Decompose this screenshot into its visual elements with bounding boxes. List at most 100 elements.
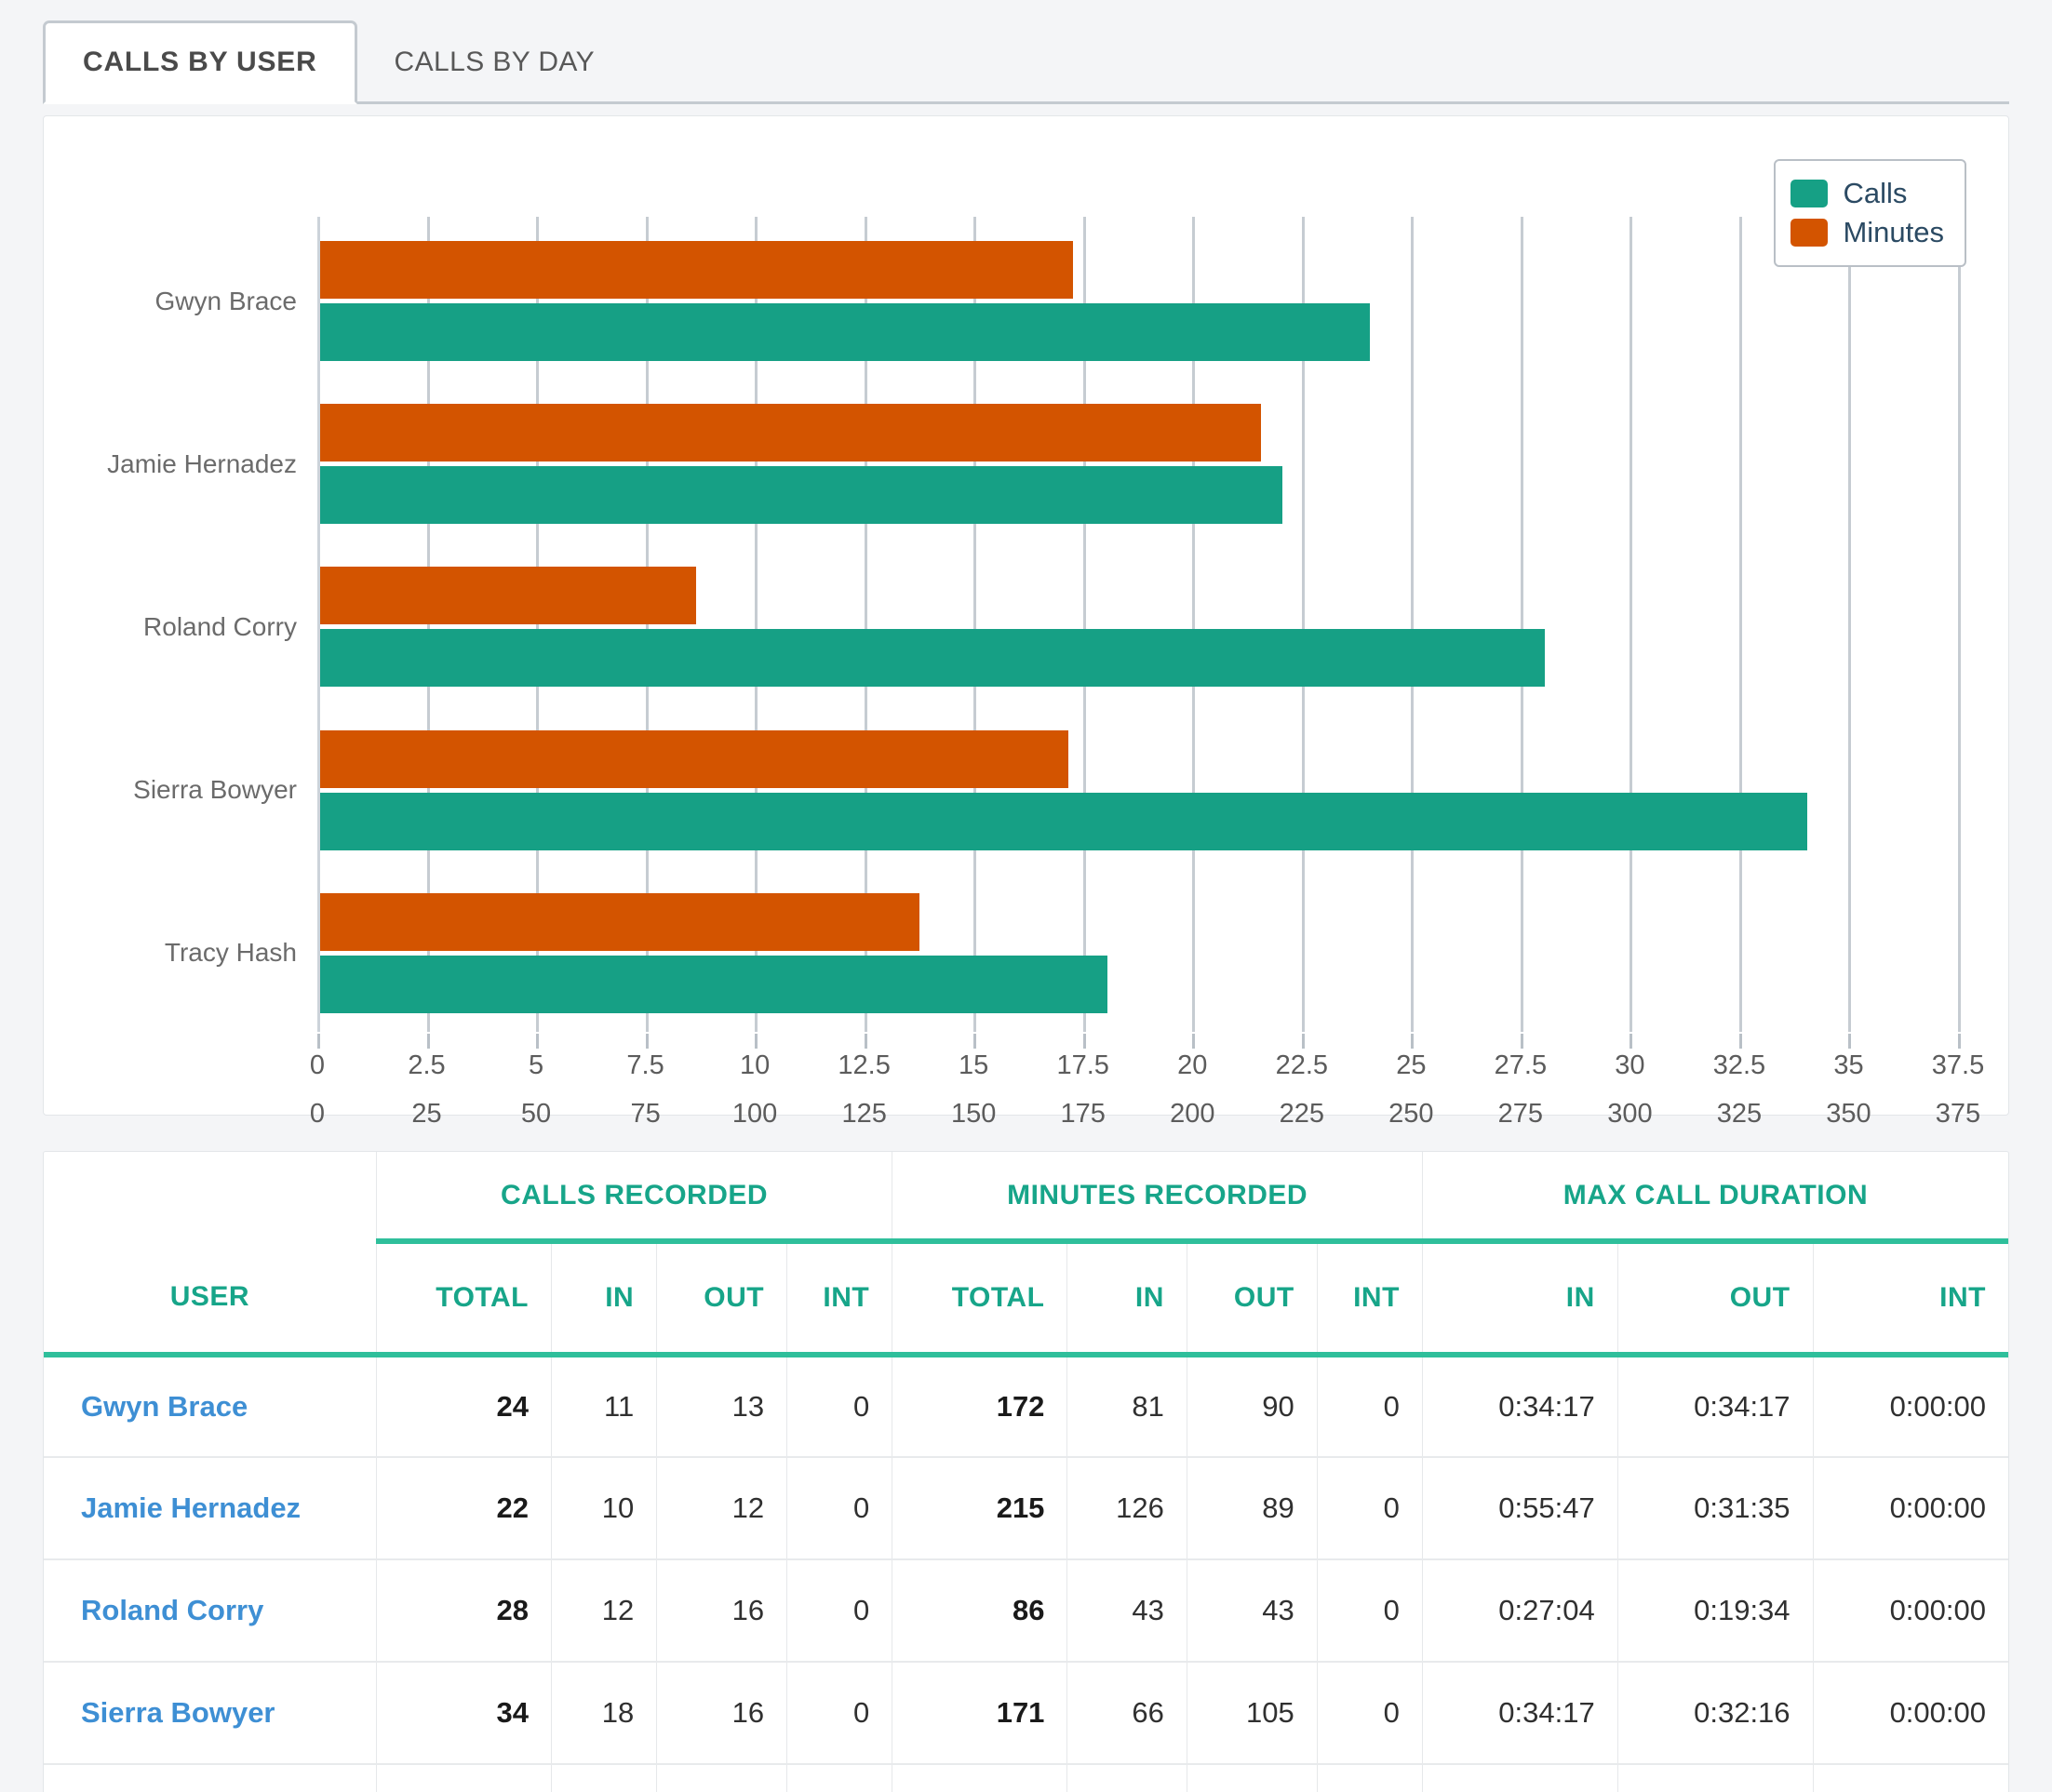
- x-tick-label-minutes: 0: [309, 1099, 326, 1129]
- table-row: Tracy Hash1871101372111600:08:180:55:470…: [44, 1764, 2008, 1792]
- tab-calls-by-user-label: CALLS BY USER: [83, 47, 317, 77]
- cell-maxdur-out: 0:55:47: [1616, 1764, 1814, 1792]
- bar-calls[interactable]: [320, 303, 1371, 361]
- chart-legend[interactable]: Calls Minutes: [1774, 159, 1966, 267]
- table-row: Gwyn Brace 24 11 13 0 172 81 90 0 0:34:17 0:34:17 0…: [44, 1355, 2008, 1458]
- x-tick-label-minutes: 350: [1826, 1099, 1871, 1129]
- table-group-header-row: CALLS RECORDED MINUTES RECORDED MAX CALL…: [44, 1152, 2008, 1244]
- user-link[interactable]: Tracy Hash: [44, 1764, 377, 1792]
- cell-minutes-in: 81: [1066, 1355, 1187, 1458]
- group-header-minutes-recorded: MINUTES RECORDED: [892, 1152, 1423, 1244]
- user-link[interactable]: Sierra Bowyer: [44, 1662, 377, 1765]
- x-tick-label-minutes: 325: [1716, 1099, 1763, 1129]
- cell-maxdur-int: 0:00:00: [1812, 1662, 2008, 1765]
- calls-summary-table: CALLS RECORDED MINUTES RECORDED MAX CALL…: [44, 1152, 2008, 1792]
- cell-calls-in: 10: [551, 1457, 658, 1560]
- x-tick-label-calls: 32.5: [1712, 1050, 1766, 1080]
- column-header-maxdur-in[interactable]: IN: [1421, 1241, 1618, 1357]
- table-row: Jamie Hernadez 22 10 12 0 215 126 89 0 0:55:47 0:3…: [44, 1457, 2008, 1560]
- x-tick-label-minutes: 375: [1935, 1099, 1981, 1129]
- cell-calls-in: 18: [551, 1662, 658, 1765]
- bar-calls[interactable]: [320, 629, 1546, 688]
- bar-calls[interactable]: [320, 466, 1283, 525]
- bar-minutes[interactable]: [320, 241, 1073, 299]
- table-row: Roland Corry 28 12 16 0 86 43 43 0 0:27:04 0:19:34…: [44, 1559, 2008, 1663]
- cell-minutes-total: 171: [892, 1662, 1068, 1765]
- legend-label-calls: Calls: [1843, 177, 1908, 209]
- cell-minutes-out: 116: [1186, 1764, 1318, 1792]
- user-link[interactable]: Gwyn Brace: [44, 1355, 377, 1458]
- cell-maxdur-in: 0:34:17: [1421, 1355, 1618, 1458]
- cell-maxdur-int: 0:00:00: [1812, 1764, 2008, 1792]
- cell-maxdur-in: 0:55:47: [1421, 1457, 1618, 1560]
- x-tick-label-calls: 10: [739, 1050, 771, 1080]
- cell-calls-total: 34: [375, 1662, 553, 1765]
- column-header-maxdur-out[interactable]: OUT: [1616, 1241, 1814, 1357]
- cell-minutes-int: 0: [1316, 1355, 1423, 1458]
- table-body: Gwyn Brace 24 11 13 0 172 81 90 0 0:34:17 0:34:17 0…: [44, 1355, 2008, 1792]
- cell-calls-int: 0: [786, 1457, 893, 1560]
- cell-maxdur-in: 0:08:18: [1421, 1764, 1618, 1792]
- cell-calls-int: 0: [786, 1355, 893, 1458]
- legend-swatch-calls-icon: [1790, 180, 1829, 207]
- x-tick-label-minutes: 150: [950, 1099, 997, 1129]
- cell-calls-out: 16: [656, 1662, 788, 1765]
- cell-minutes-in: 66: [1066, 1662, 1187, 1765]
- chart-card: Gwyn Brace Jamie Hernadez Roland Corry Sier…: [43, 115, 2009, 1129]
- column-header-minutes-int[interactable]: INT: [1316, 1241, 1423, 1357]
- x-tick-label-calls: 37.5: [1931, 1050, 1985, 1080]
- x-tick-label-calls: 17.5: [1056, 1050, 1109, 1080]
- column-header-maxdur-int[interactable]: INT: [1812, 1241, 2008, 1357]
- x-tick-label-calls: 5: [528, 1050, 544, 1080]
- column-header-calls-total[interactable]: TOTAL: [375, 1241, 553, 1357]
- x-tick-label-minutes: 100: [731, 1099, 778, 1129]
- cell-minutes-int: 0: [1316, 1662, 1423, 1765]
- cell-maxdur-int: 0:00:00: [1812, 1559, 2008, 1663]
- tab-calls-by-day-label: CALLS BY DAY: [394, 47, 596, 77]
- x-tick-label-calls: 30: [1615, 1050, 1645, 1080]
- cell-minutes-out: 89: [1186, 1457, 1318, 1560]
- cell-calls-int: 0: [786, 1764, 893, 1792]
- cell-calls-in: 11: [551, 1355, 658, 1458]
- user-link[interactable]: Roland Corry: [44, 1559, 377, 1663]
- bar-minutes[interactable]: [320, 729, 1068, 788]
- bar-minutes[interactable]: [320, 404, 1261, 462]
- column-header-minutes-out[interactable]: OUT: [1186, 1241, 1318, 1357]
- group-header-calls-recorded: CALLS RECORDED: [375, 1152, 893, 1244]
- bar-minutes[interactable]: [320, 567, 697, 625]
- bar-minutes[interactable]: [320, 892, 920, 951]
- bar-calls[interactable]: [320, 955, 1108, 1013]
- cell-calls-out: 13: [656, 1355, 788, 1458]
- column-header-calls-in[interactable]: IN: [551, 1241, 658, 1357]
- chart-gridline: [1520, 217, 1523, 1032]
- tab-calls-by-day[interactable]: CALLS BY DAY: [357, 20, 632, 104]
- column-header-calls-out[interactable]: OUT: [656, 1241, 788, 1357]
- user-link[interactable]: Jamie Hernadez: [44, 1457, 377, 1560]
- summary-table-card: CALLS RECORDED MINUTES RECORDED MAX CALL…: [43, 1151, 2009, 1792]
- group-header-blank: [44, 1152, 377, 1241]
- bar-calls[interactable]: [320, 792, 1808, 850]
- cell-minutes-total: 86: [892, 1559, 1068, 1663]
- column-header-user[interactable]: USER: [44, 1241, 377, 1357]
- column-header-calls-int[interactable]: INT: [786, 1241, 893, 1357]
- cell-minutes-in: 126: [1066, 1457, 1187, 1560]
- cell-calls-out: 11: [656, 1764, 788, 1792]
- x-tick-label-calls: 0: [309, 1050, 326, 1080]
- cell-calls-out: 16: [656, 1559, 788, 1663]
- column-header-minutes-in[interactable]: IN: [1066, 1241, 1187, 1357]
- tab-bar: CALLS BY USER CALLS BY DAY: [0, 0, 2052, 104]
- column-header-minutes-total[interactable]: TOTAL: [892, 1241, 1068, 1357]
- legend-item-calls[interactable]: Calls: [1790, 174, 1944, 213]
- chart-category-label: Roland Corry: [143, 611, 297, 641]
- cell-calls-total: 28: [375, 1559, 553, 1663]
- x-tick-label-calls: 20: [1177, 1050, 1208, 1080]
- cell-maxdur-int: 0:00:00: [1812, 1355, 2008, 1458]
- x-tick-label-calls: 15: [959, 1050, 989, 1080]
- legend-item-minutes[interactable]: Minutes: [1790, 213, 1944, 252]
- cell-calls-total: 24: [375, 1355, 553, 1458]
- tab-calls-by-user[interactable]: CALLS BY USER: [43, 20, 357, 104]
- cell-maxdur-in: 0:27:04: [1421, 1559, 1618, 1663]
- legend-label-minutes: Minutes: [1843, 216, 1944, 248]
- x-tick-label-minutes: 200: [1170, 1099, 1215, 1129]
- cell-maxdur-out: 0:19:34: [1616, 1559, 1814, 1663]
